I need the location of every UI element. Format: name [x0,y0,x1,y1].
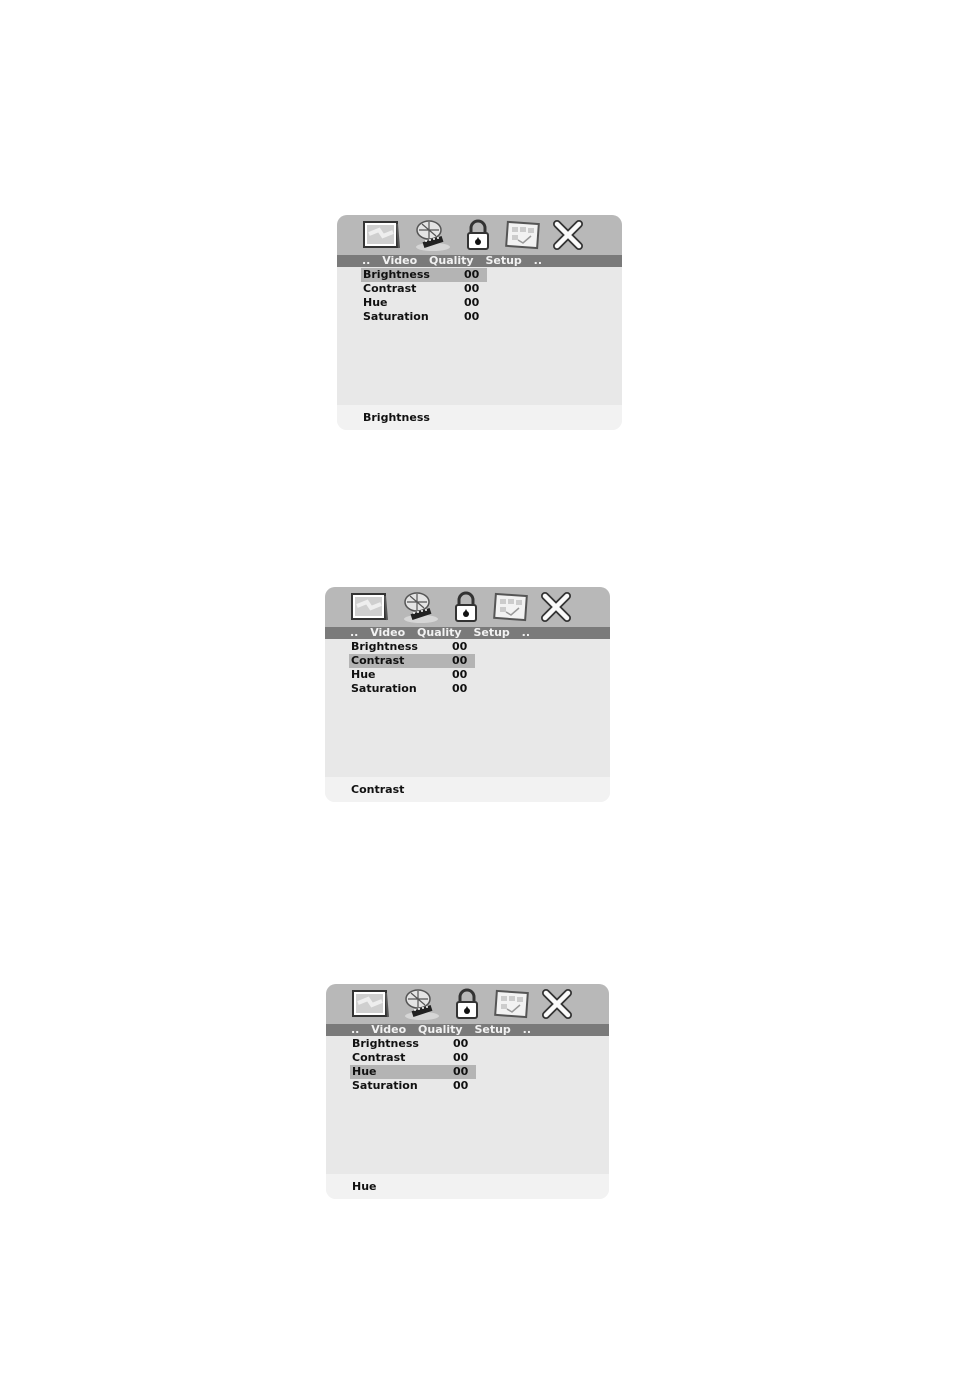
setting-label: Saturation [363,310,429,323]
setting-label: Contrast [352,1051,406,1064]
breadcrumb-setup: Setup [473,626,510,639]
setting-label: Hue [363,296,388,309]
settings-list: Brightness 00 Contrast 00 Hue 00 Saturation… [349,640,475,696]
grid-setup-icon[interactable] [491,590,531,624]
setting-value: 00 [452,654,468,667]
breadcrumb-next[interactable]: .. [522,626,530,639]
setting-row-brightness[interactable]: Brightness 00 [361,268,487,282]
setting-label: Contrast [363,282,417,295]
breadcrumb: .. Video Quality Setup .. [325,627,610,639]
setting-label: Hue [351,668,376,681]
settings-list: Brightness 00 Contrast 00 Hue 00 Saturation… [361,268,487,324]
tv-picture-icon[interactable] [349,590,389,624]
disc-film-icon[interactable] [400,987,440,1021]
setting-value: 00 [464,310,480,323]
setting-label: Brightness [363,268,430,281]
setting-row-saturation[interactable]: Saturation 00 [350,1079,476,1093]
setting-row-contrast[interactable]: Contrast 00 [349,654,475,668]
setting-value: 00 [453,1079,469,1092]
breadcrumb-prev[interactable]: .. [362,254,370,267]
breadcrumb-quality: Quality [418,1023,463,1036]
setting-row-contrast[interactable]: Contrast 00 [350,1051,476,1065]
icon-bar [326,984,609,1024]
breadcrumb-next[interactable]: .. [523,1023,531,1036]
close-icon[interactable] [551,218,585,252]
status-bar: Brightness [337,405,622,430]
setting-row-hue[interactable]: Hue 00 [350,1065,476,1079]
setting-label: Brightness [352,1037,419,1050]
grid-setup-icon[interactable] [492,987,532,1021]
close-icon[interactable] [540,987,574,1021]
breadcrumb-quality: Quality [417,626,462,639]
status-bar: Hue [326,1174,609,1199]
lock-icon[interactable] [450,987,484,1021]
setting-row-brightness[interactable]: Brightness 00 [350,1037,476,1051]
setting-value: 00 [452,640,468,653]
setting-label: Saturation [352,1079,418,1092]
setting-row-saturation[interactable]: Saturation 00 [349,682,475,696]
video-quality-setup-panel: .. Video Quality Setup .. Brightness 00 C… [326,984,609,1199]
setting-row-hue[interactable]: Hue 00 [361,296,487,310]
setting-label: Contrast [351,654,405,667]
setting-row-contrast[interactable]: Contrast 00 [361,282,487,296]
setting-value: 00 [452,668,468,681]
breadcrumb-video: Video [370,626,406,639]
video-quality-setup-panel: .. Video Quality Setup .. Brightness 00 C… [337,215,622,430]
status-bar: Contrast [325,777,610,802]
setting-value: 00 [452,682,468,695]
tv-picture-icon[interactable] [350,987,390,1021]
setting-value: 00 [453,1065,469,1078]
setting-value: 00 [453,1037,469,1050]
breadcrumb: .. Video Quality Setup .. [326,1024,609,1036]
breadcrumb-setup: Setup [485,254,522,267]
setting-value: 00 [453,1051,469,1064]
breadcrumb-setup: Setup [474,1023,511,1036]
breadcrumb: .. Video Quality Setup .. [337,255,622,267]
setting-value: 00 [464,296,480,309]
setting-label: Brightness [351,640,418,653]
grid-setup-icon[interactable] [503,218,543,252]
close-icon[interactable] [539,590,573,624]
setting-row-hue[interactable]: Hue 00 [349,668,475,682]
icon-bar [337,215,622,255]
setting-row-brightness[interactable]: Brightness 00 [349,640,475,654]
tv-picture-icon[interactable] [361,218,401,252]
setting-row-saturation[interactable]: Saturation 00 [361,310,487,324]
setting-value: 00 [464,268,480,281]
disc-film-icon[interactable] [399,590,439,624]
breadcrumb-video: Video [371,1023,407,1036]
breadcrumb-prev[interactable]: .. [351,1023,359,1036]
breadcrumb-prev[interactable]: .. [350,626,358,639]
setting-value: 00 [464,282,480,295]
breadcrumb-video: Video [382,254,418,267]
breadcrumb-quality: Quality [429,254,474,267]
breadcrumb-next[interactable]: .. [534,254,542,267]
setting-label: Hue [352,1065,377,1078]
icon-bar [325,587,610,627]
lock-icon[interactable] [449,590,483,624]
lock-icon[interactable] [461,218,495,252]
disc-film-icon[interactable] [411,218,451,252]
settings-list: Brightness 00 Contrast 00 Hue 00 Saturation… [350,1037,476,1093]
video-quality-setup-panel: .. Video Quality Setup .. Brightness 00 C… [325,587,610,802]
setting-label: Saturation [351,682,417,695]
